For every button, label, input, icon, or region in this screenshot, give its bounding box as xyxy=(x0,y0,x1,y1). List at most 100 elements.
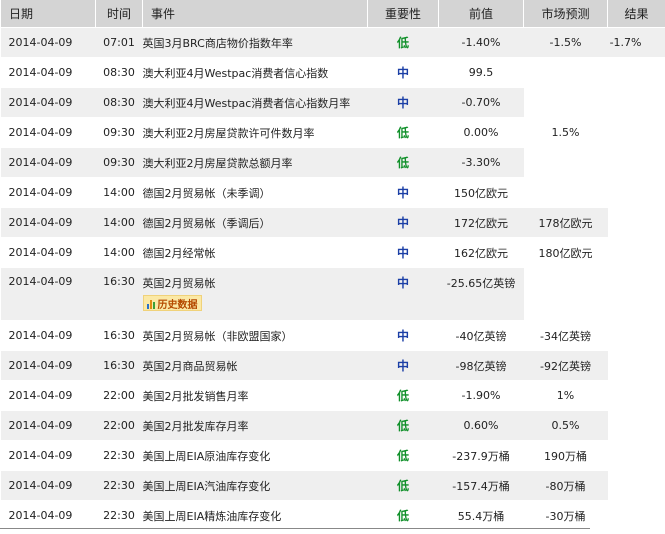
cell-time: 22:00 xyxy=(95,410,143,441)
event-name: 德国2月经常帐 xyxy=(142,246,216,260)
cell-importance: 中 xyxy=(367,87,439,118)
cell-date: 2014-04-09 xyxy=(0,440,96,471)
bar-chart-icon xyxy=(146,298,155,309)
table-row: 2014-04-09 16:30 英国2月商品贸易帐 中 -98亿英镑 -92亿英镑 xyxy=(0,350,665,381)
cell-result xyxy=(607,267,665,321)
cell-date: 2014-04-09 xyxy=(0,147,96,178)
cell-importance: 低 xyxy=(367,27,439,58)
cell-importance: 低 xyxy=(367,147,439,178)
cell-result xyxy=(607,440,665,471)
cell-importance: 中 xyxy=(367,267,439,321)
table-row: 2014-04-09 08:30 澳大利亚4月Westpac消费者信心指数 中 99.5 xyxy=(0,57,665,88)
cell-previous: -25.65亿英镑 xyxy=(438,267,524,321)
table-row: 2014-04-09 09:30 澳大利亚2月房屋贷款总额月率 低 -3.30% xyxy=(0,147,665,178)
cell-event: 美国2月批发库存月率 xyxy=(142,410,368,441)
cell-event: 英国3月BRC商店物价指数年率 xyxy=(142,27,368,58)
table-row: 2014-04-09 07:01 英国3月BRC商店物价指数年率低 -1.40% -1.… xyxy=(0,27,665,58)
cell-result xyxy=(607,207,665,238)
table-row: 2014-04-09 22:30 美国上周EIA汽油库存变化 低 -157.4万桶 -80… xyxy=(0,470,665,501)
cell-time: 08:30 xyxy=(95,87,143,118)
cell-result xyxy=(607,470,665,501)
table-bottom-border xyxy=(0,528,590,529)
event-name: 澳大利亚2月房屋贷款许可件数月率 xyxy=(142,126,315,140)
cell-forecast xyxy=(523,267,608,321)
cell-date: 2014-04-09 xyxy=(0,237,96,268)
cell-event: 澳大利亚2月房屋贷款总额月率 xyxy=(142,147,368,178)
header-importance: 重要性 xyxy=(367,0,439,28)
cell-forecast: 1% xyxy=(523,380,608,411)
event-name: 德国2月贸易帐（季调后） xyxy=(142,216,271,230)
cell-previous: 55.4万桶 xyxy=(438,500,524,531)
cell-time: 09:30 xyxy=(95,117,143,148)
cell-result xyxy=(607,87,665,118)
event-name: 澳大利亚4月Westpac消费者信心指数 xyxy=(142,66,329,80)
event-name: 澳大利亚2月房屋贷款总额月率 xyxy=(142,156,293,170)
cell-event: 德国2月经常帐 xyxy=(142,237,368,268)
cell-event: 澳大利亚4月Westpac消费者信心指数 xyxy=(142,57,368,88)
table-row: 2014-04-09 22:30 美国上周EIA精炼油库存变化 低 55.4万桶 -30万… xyxy=(0,500,665,531)
table-row: 2014-04-09 22:30 美国上周EIA原油库存变化 低 -237.9万桶 190… xyxy=(0,440,665,471)
header-time: 时间 xyxy=(95,0,143,28)
cell-previous: -98亿英镑 xyxy=(438,350,524,381)
table-row: 2014-04-09 09:30 澳大利亚2月房屋贷款许可件数月率 低 0.00% 1.5… xyxy=(0,117,665,148)
cell-forecast xyxy=(523,87,608,118)
header-date: 日期 xyxy=(0,0,96,28)
cell-importance: 低 xyxy=(367,380,439,411)
cell-result xyxy=(607,380,665,411)
event-name: 英国3月BRC商店物价指数年率 xyxy=(142,36,293,50)
cell-forecast xyxy=(523,177,608,208)
cell-previous: -40亿英镑 xyxy=(438,320,524,351)
cell-date: 2014-04-09 xyxy=(0,27,96,58)
cell-forecast: 178亿欧元 xyxy=(523,207,608,238)
cell-previous: -0.70% xyxy=(438,87,524,118)
cell-event: 澳大利亚2月房屋贷款许可件数月率 xyxy=(142,117,368,148)
history-data-button[interactable]: 历史数据 xyxy=(142,295,202,311)
cell-event: 美国上周EIA精炼油库存变化 xyxy=(142,500,368,531)
cell-result xyxy=(607,117,665,148)
cell-forecast xyxy=(523,147,608,178)
cell-result xyxy=(607,410,665,441)
cell-previous: 150亿欧元 xyxy=(438,177,524,208)
cell-previous: -157.4万桶 xyxy=(438,470,524,501)
cell-forecast: 1.5% xyxy=(523,117,608,148)
cell-previous: 0.60% xyxy=(438,410,524,441)
cell-importance: 低 xyxy=(367,470,439,501)
cell-importance: 中 xyxy=(367,207,439,238)
cell-result xyxy=(607,147,665,178)
cell-time: 08:30 xyxy=(95,57,143,88)
cell-event: 美国上周EIA汽油库存变化 xyxy=(142,470,368,501)
cell-date: 2014-04-09 xyxy=(0,380,96,411)
cell-time: 16:30 xyxy=(95,320,143,351)
cell-result xyxy=(607,237,665,268)
header-event: 事件 xyxy=(142,0,368,28)
cell-event: 澳大利亚4月Westpac消费者信心指数月率 xyxy=(142,87,368,118)
cell-time: 14:00 xyxy=(95,237,143,268)
cell-date: 2014-04-09 xyxy=(0,350,96,381)
cell-event: 英国2月贸易帐 历史数据 xyxy=(142,267,368,321)
cell-forecast: -34亿英镑 xyxy=(523,320,608,351)
event-name: 澳大利亚4月Westpac消费者信心指数月率 xyxy=(142,96,351,110)
cell-previous: 0.00% xyxy=(438,117,524,148)
cell-importance: 中 xyxy=(367,237,439,268)
cell-forecast: 190万桶 xyxy=(523,440,608,471)
cell-previous: 162亿欧元 xyxy=(438,237,524,268)
cell-forecast: 180亿欧元 xyxy=(523,237,608,268)
cell-time: 22:30 xyxy=(95,500,143,531)
cell-previous: 172亿欧元 xyxy=(438,207,524,238)
cell-forecast: -1.5% xyxy=(523,27,608,58)
table-row: 2014-04-09 22:00 美国2月批发库存月率 低 0.60% 0.5% xyxy=(0,410,665,441)
header-forecast: 市场预测 xyxy=(523,0,608,28)
cell-importance: 低 xyxy=(367,117,439,148)
table-header-row: 日期 时间 事件 重要性 前值 市场预测 结果 xyxy=(0,0,665,28)
cell-date: 2014-04-09 xyxy=(0,500,96,531)
cell-time: 14:00 xyxy=(95,207,143,238)
cell-importance: 中 xyxy=(367,320,439,351)
event-name: 美国上周EIA原油库存变化 xyxy=(142,449,271,463)
cell-result: -1.7% xyxy=(607,27,665,58)
cell-importance: 低 xyxy=(367,500,439,531)
cell-date: 2014-04-09 xyxy=(0,57,96,88)
table-row: 2014-04-09 14:00 德国2月贸易帐（季调后） 中 172亿欧元 178亿欧元 xyxy=(0,207,665,238)
cell-time: 07:01 xyxy=(95,27,143,58)
event-name: 英国2月贸易帐 xyxy=(142,277,216,290)
cell-previous: -237.9万桶 xyxy=(438,440,524,471)
